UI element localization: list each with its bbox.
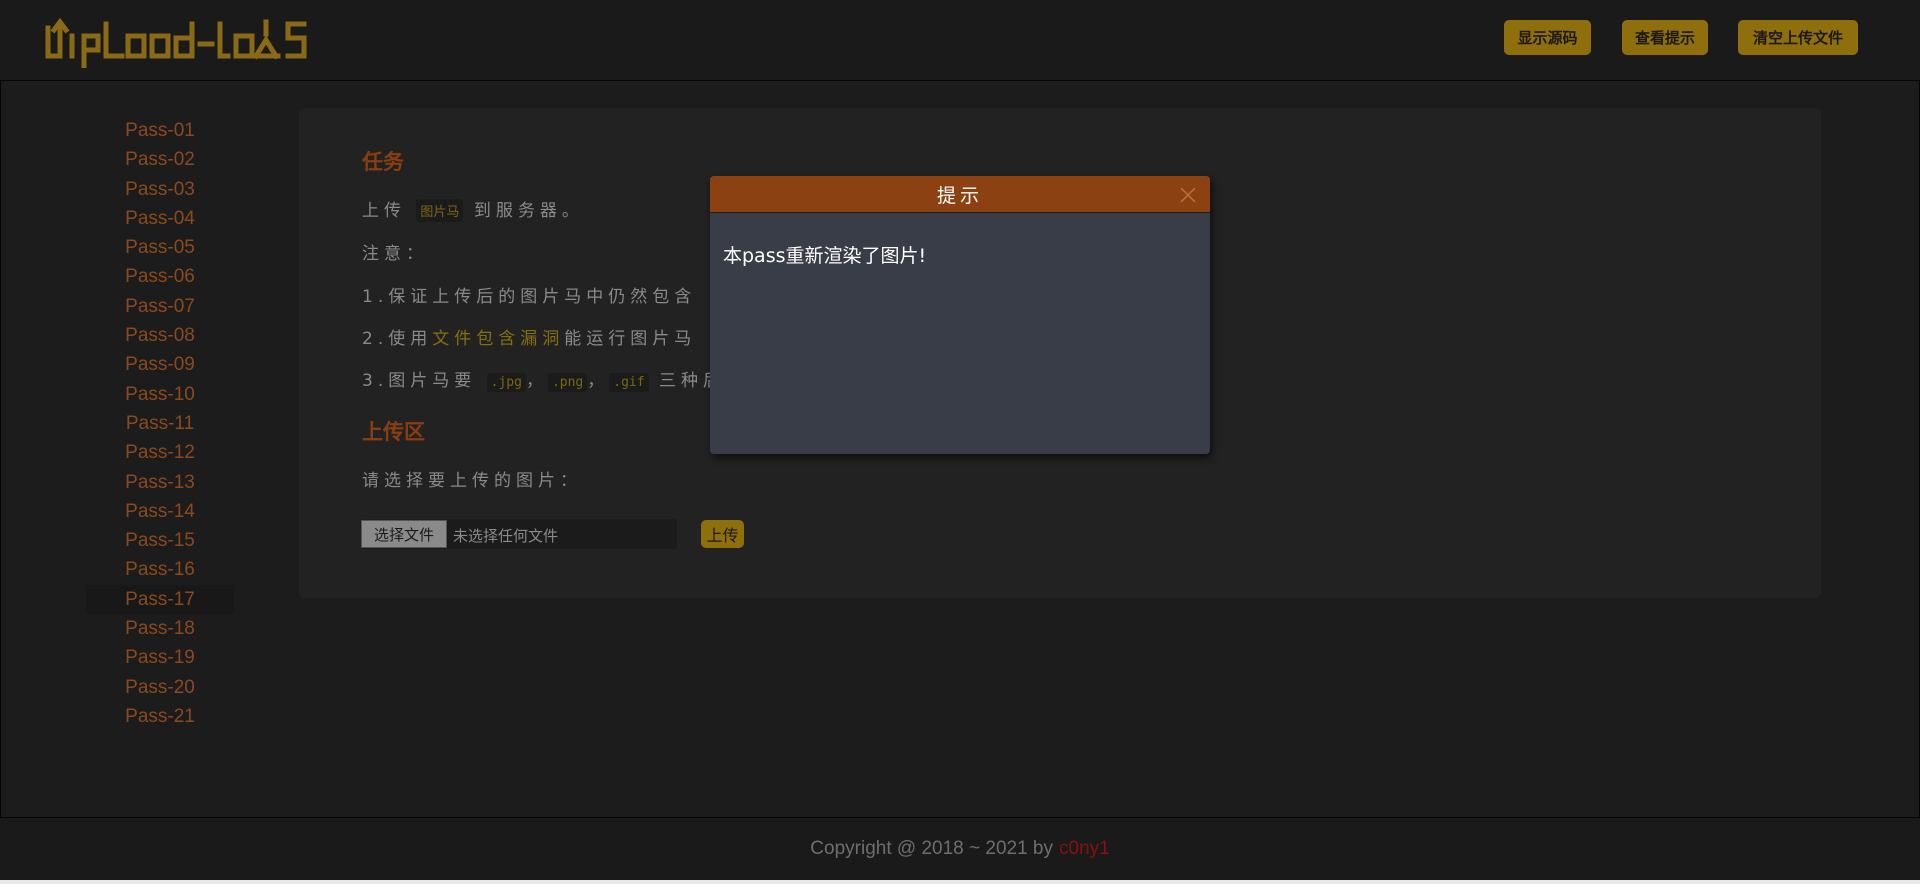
- sidebar-item-pass-08[interactable]: Pass-08: [86, 321, 234, 350]
- choose-file-button[interactable]: 选择文件: [361, 520, 447, 548]
- sidebar-item-pass-18[interactable]: Pass-18: [86, 614, 234, 643]
- task-title: 任务: [362, 150, 404, 174]
- copyright-text: Copyright @ 2018 ~ 2021 by: [810, 838, 1053, 859]
- upload-submit-button[interactable]: 上传: [701, 520, 744, 548]
- sidebar-item-pass-15[interactable]: Pass-15: [86, 526, 234, 555]
- modal-header: 提示: [710, 176, 1210, 213]
- sidebar-item-pass-16[interactable]: Pass-16: [86, 555, 234, 584]
- note-3-pre: 3.图片马要: [362, 371, 477, 391]
- note-2-highlight: 文件包含漏洞: [432, 329, 565, 349]
- sidebar-item-pass-06[interactable]: Pass-06: [86, 262, 234, 291]
- note-3-code-png: .png: [547, 373, 588, 392]
- note-2: 2.使用文件包含漏洞能运行图片马: [362, 324, 696, 349]
- sidebar-nav: Pass-01 Pass-02 Pass-03 Pass-04 Pass-05 …: [86, 116, 234, 731]
- show-source-button[interactable]: 显示源码: [1504, 20, 1591, 55]
- sidebar-item-pass-20[interactable]: Pass-20: [86, 673, 234, 702]
- sidebar-item-pass-03[interactable]: Pass-03: [86, 175, 234, 204]
- task-line1-post: 到服务器。: [473, 201, 584, 221]
- sidebar-item-pass-19[interactable]: Pass-19: [86, 643, 234, 672]
- modal-title: 提示: [936, 184, 983, 207]
- upload-prompt: 请选择要上传的图片：: [362, 471, 582, 491]
- note-3-sep-1: ，: [525, 371, 548, 391]
- note-1: 1.保证上传后的图片马中仍然包含: [362, 287, 697, 307]
- note-2-pre: 2.使用: [362, 329, 433, 349]
- sidebar-item-pass-13[interactable]: Pass-13: [86, 468, 234, 497]
- hint-modal: 提示 本pass重新渲染了图片!: [710, 176, 1210, 454]
- file-input[interactable]: 选择文件 未选择任何文件: [361, 519, 677, 549]
- sidebar-item-pass-11[interactable]: Pass-11: [86, 409, 234, 438]
- author-link[interactable]: c0ny1: [1059, 838, 1110, 860]
- note-3-code-jpg: .jpg: [486, 373, 526, 392]
- sidebar-item-pass-12[interactable]: Pass-12: [86, 438, 234, 467]
- sidebar-item-pass-07[interactable]: Pass-07: [86, 292, 234, 321]
- sidebar-item-pass-09[interactable]: Pass-09: [86, 350, 234, 379]
- sidebar-item-pass-05[interactable]: Pass-05: [86, 233, 234, 262]
- upload-title: 上传区: [362, 420, 425, 444]
- sidebar-item-pass-17[interactable]: Pass-17: [86, 584, 234, 615]
- sidebar-item-pass-02[interactable]: Pass-02: [86, 145, 234, 174]
- sidebar-item-pass-04[interactable]: Pass-04: [86, 204, 234, 233]
- sidebar-item-pass-10[interactable]: Pass-10: [86, 380, 234, 409]
- sidebar-item-pass-14[interactable]: Pass-14: [86, 497, 234, 526]
- top-header: 显示源码 查看提示 清空上传文件: [0, 0, 1920, 81]
- note-2-post: 能运行图片马: [564, 329, 697, 349]
- close-icon[interactable]: [1178, 185, 1198, 205]
- footer: Copyright @ 2018 ~ 2021 by c0ny1: [0, 818, 1920, 880]
- task-line1-code: 图片马: [416, 199, 464, 222]
- clear-uploads-button[interactable]: 清空上传文件: [1738, 20, 1858, 55]
- task-description: 上传 图片马 到服务器。: [362, 196, 584, 222]
- note-3-code-gif: .gif: [609, 373, 649, 392]
- note-3: 3.图片马要 .jpg， .png， .gif 三种后: [362, 366, 725, 392]
- sidebar-item-pass-01[interactable]: Pass-01: [86, 116, 234, 145]
- upload-labs-logo[interactable]: [44, 14, 334, 68]
- note-label: 注意：: [362, 244, 428, 264]
- task-line1-pre: 上传: [362, 201, 406, 221]
- modal-message: 本pass重新渲染了图片!: [723, 245, 927, 267]
- note-3-sep-2: ，: [587, 371, 610, 391]
- no-file-text: 未选择任何文件: [453, 527, 559, 545]
- bottom-strip: [0, 880, 1920, 884]
- view-hint-button[interactable]: 查看提示: [1622, 20, 1708, 55]
- sidebar-item-pass-21[interactable]: Pass-21: [86, 702, 234, 731]
